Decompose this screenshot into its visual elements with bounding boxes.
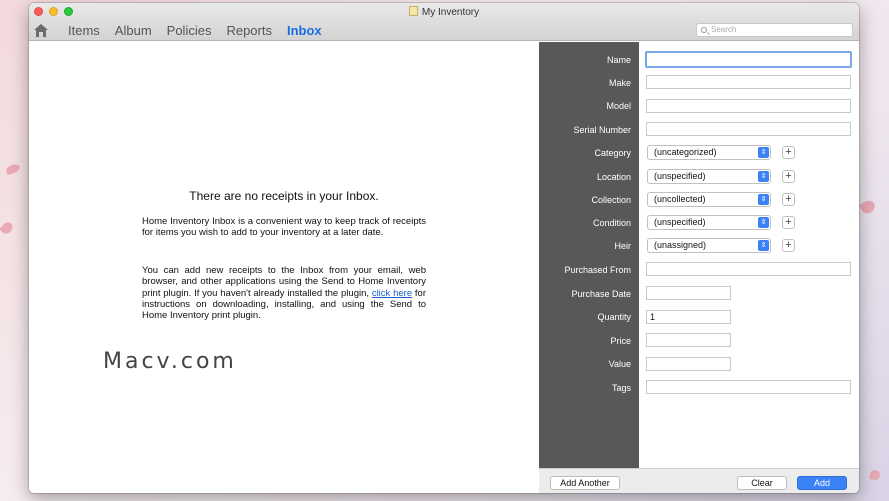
purchased-from-field[interactable] <box>646 262 851 276</box>
click-here-link[interactable]: click here <box>372 288 412 299</box>
inbox-pane: There are no receipts in your Inbox. Hom… <box>29 42 539 493</box>
background-petal <box>869 469 881 481</box>
app-window: My Inventory Items Album Policies Report… <box>29 3 859 493</box>
add-another-button[interactable]: Add Another <box>550 476 620 490</box>
document-icon <box>408 6 418 16</box>
tags-label: Tags <box>611 383 631 393</box>
name-label: Name <box>606 55 631 65</box>
quantity-label: Quantity <box>597 312 631 322</box>
purchase-date-field[interactable] <box>646 286 731 300</box>
collection-label: Collection <box>591 195 631 205</box>
add-condition-button[interactable]: + <box>782 216 795 229</box>
form-button-bar: Add Another Clear Add <box>539 468 859 493</box>
add-heir-button[interactable]: + <box>782 239 795 252</box>
purchase-date-label: Purchase Date <box>571 289 631 299</box>
collection-select[interactable]: (uncollected) ⇕ <box>647 192 771 207</box>
category-label: Category <box>594 148 631 158</box>
name-field[interactable] <box>645 51 852 68</box>
serial-number-label: Serial Number <box>573 125 631 135</box>
popup-arrows-icon: ⇕ <box>758 217 769 228</box>
search-icon <box>701 27 707 33</box>
make-label: Make <box>608 78 631 88</box>
value-label: Value <box>608 359 631 369</box>
background-petal <box>858 198 878 216</box>
purchased-from-label: Purchased From <box>564 265 631 275</box>
value-field[interactable] <box>646 357 731 371</box>
empty-inbox-title: There are no receipts in your Inbox. <box>189 189 379 203</box>
serial-number-field[interactable] <box>646 122 851 136</box>
make-field[interactable] <box>646 75 851 89</box>
location-label: Location <box>596 172 631 182</box>
add-location-button[interactable]: + <box>782 170 795 183</box>
model-field[interactable] <box>646 99 851 113</box>
tab-items[interactable]: Items <box>68 23 100 39</box>
tab-inbox[interactable]: Inbox <box>287 23 322 39</box>
form-label-column: Name Make Model Serial Number Category L… <box>539 42 639 468</box>
tab-policies[interactable]: Policies <box>167 23 212 39</box>
popup-arrows-icon: ⇕ <box>758 171 769 182</box>
tab-album[interactable]: Album <box>115 23 152 39</box>
window-title: My Inventory <box>29 6 859 18</box>
category-select[interactable]: (uncategorized) ⇕ <box>647 145 771 160</box>
watermark: Macv.com <box>103 349 237 374</box>
popup-arrows-icon: ⇕ <box>758 147 769 158</box>
price-label: Price <box>610 336 631 346</box>
model-label: Model <box>606 101 631 111</box>
quantity-field[interactable]: 1 <box>646 310 731 324</box>
inbox-description: Home Inventory Inbox is a convenient way… <box>142 216 426 239</box>
home-icon[interactable] <box>33 23 49 38</box>
background-petal <box>0 220 15 236</box>
condition-label: Condition <box>592 218 631 228</box>
heir-select[interactable]: (unassigned) ⇕ <box>647 238 771 253</box>
title-bar: My Inventory Items Album Policies Report… <box>29 3 859 41</box>
condition-select[interactable]: (unspecified) ⇕ <box>647 215 771 230</box>
add-collection-button[interactable]: + <box>782 193 795 206</box>
search-input[interactable]: Search <box>696 23 853 37</box>
clear-button[interactable]: Clear <box>737 476 787 490</box>
tags-field[interactable] <box>646 380 851 394</box>
search-placeholder: Search <box>711 25 737 34</box>
background-petal <box>5 162 21 176</box>
add-category-button[interactable]: + <box>782 146 795 159</box>
popup-arrows-icon: ⇕ <box>758 240 769 251</box>
popup-arrows-icon: ⇕ <box>758 194 769 205</box>
tab-bar: Items Album Policies Reports Inbox <box>68 23 337 39</box>
add-button[interactable]: Add <box>797 476 847 490</box>
tab-reports[interactable]: Reports <box>226 23 272 39</box>
inbox-plugin-instructions: You can add new receipts to the Inbox fr… <box>142 265 426 322</box>
form-fields-column: (uncategorized) ⇕ + (unspecified) ⇕ + (unc… <box>639 42 859 468</box>
heir-label: Heir <box>614 241 631 251</box>
price-field[interactable] <box>646 333 731 347</box>
location-select[interactable]: (unspecified) ⇕ <box>647 169 771 184</box>
